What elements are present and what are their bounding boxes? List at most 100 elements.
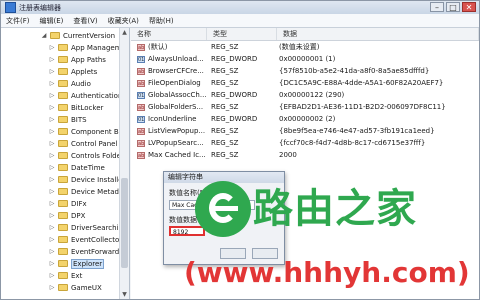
binary-value-icon: 01 <box>137 116 145 123</box>
expand-icon[interactable]: ▷ <box>49 212 55 219</box>
tree-item[interactable]: ▷ Applets <box>49 66 98 77</box>
tree-item[interactable]: ▷ Control Panel <box>49 138 118 149</box>
expand-icon[interactable]: ▷ <box>49 116 55 123</box>
expand-icon[interactable]: ▷ <box>49 260 55 267</box>
expand-icon[interactable]: ▷ <box>49 44 55 51</box>
binary-value-icon: 01 <box>137 56 145 63</box>
menu-help[interactable]: 帮助(H) <box>144 16 179 26</box>
expand-icon[interactable]: ▷ <box>49 68 55 75</box>
expand-icon[interactable]: ▷ <box>49 80 55 87</box>
string-value-icon: ab <box>137 128 145 135</box>
folder-icon <box>58 116 68 123</box>
folder-icon <box>58 236 68 243</box>
value-row[interactable]: ab FileOpenDialog REG_SZ {DC1C5A9C-E88A-4dd… <box>131 78 479 89</box>
value-row[interactable]: ab LVPopupSearc... REG_SZ {fccf70c8-f4d7-4d… <box>131 138 479 149</box>
folder-icon <box>58 152 68 159</box>
tree-item-currentversion[interactable]: ◢ CurrentVersion <box>41 30 115 41</box>
folder-icon <box>58 92 68 99</box>
folder-icon <box>58 224 68 231</box>
value-row[interactable]: 01 IconUnderline REG_DWORD 0x00000002 (2) <box>131 114 479 125</box>
scrollbar-thumb[interactable] <box>121 178 128 268</box>
registry-tree: ◢ CurrentVersion ▷ App Manageme ▷ App Paths… <box>1 28 130 299</box>
expand-icon[interactable]: ▷ <box>49 140 55 147</box>
folder-icon <box>58 272 68 279</box>
column-header-data[interactable]: 数据 <box>277 28 479 40</box>
list-header: 名称 类型 数据 <box>131 28 479 41</box>
tree-item[interactable]: ▷ Controls Folder <box>49 150 124 161</box>
expand-icon[interactable]: ▷ <box>49 284 55 291</box>
tree-item[interactable]: ▷ App Manageme <box>49 42 126 53</box>
tree-item[interactable]: ▷ DateTime <box>49 162 105 173</box>
string-value-icon: ab <box>137 140 145 147</box>
expand-icon[interactable]: ▷ <box>49 164 55 171</box>
expand-icon[interactable]: ▷ <box>49 128 55 135</box>
folder-icon <box>58 68 68 75</box>
expand-icon[interactable]: ▷ <box>49 176 55 183</box>
column-header-name[interactable]: 名称 <box>131 28 207 40</box>
tree-item[interactable]: ▷ Authentication <box>49 90 123 101</box>
watermark-logo <box>195 181 251 237</box>
value-row[interactable]: 01 GlobalAssocCh... REG_DWORD 0x00000122 (2… <box>131 90 479 101</box>
menu-favorites[interactable]: 收藏夹(A) <box>103 16 144 26</box>
watermark-brand: 路由之家 <box>253 186 417 232</box>
folder-icon <box>58 248 68 255</box>
maximize-button[interactable]: □ <box>446 2 460 12</box>
tree-item[interactable]: ▷ EventCollector <box>49 234 123 245</box>
watermark-url: (www.hhhyh.com) <box>184 256 470 289</box>
expand-icon[interactable]: ▷ <box>49 224 55 231</box>
expand-icon[interactable]: ▷ <box>49 152 55 159</box>
tree-item[interactable]: ▷ EventForwarding <box>49 246 129 257</box>
value-row[interactable]: ab GlobalFolderS... REG_SZ {EFBAD2D1-AE36-1… <box>131 102 479 113</box>
column-header-type[interactable]: 类型 <box>207 28 277 40</box>
expand-icon[interactable]: ▷ <box>49 92 55 99</box>
value-data-field[interactable]: 8192 <box>169 226 205 236</box>
tree-item[interactable]: ▷ Device Installer <box>49 174 126 185</box>
close-button[interactable]: ✕ <box>462 2 476 12</box>
value-row[interactable]: ab BrowserCFCre... REG_SZ {57f8510b-a5e2-41… <box>131 66 479 77</box>
tree-item[interactable]: ▷ Component Bas <box>49 126 127 137</box>
tree-item[interactable]: ▷ BitLocker <box>49 102 104 113</box>
expand-icon[interactable]: ▷ <box>49 188 55 195</box>
folder-icon <box>58 80 68 87</box>
menu-view[interactable]: 查看(V) <box>68 16 102 26</box>
value-row[interactable]: ab ListViewPopup... REG_SZ {8be9f5ea-e746-4… <box>131 126 479 137</box>
expand-icon[interactable]: ▷ <box>49 272 55 279</box>
folder-icon <box>58 176 68 183</box>
string-value-icon: ab <box>137 68 145 75</box>
tree-item[interactable]: ▷ Device Metadat <box>49 186 126 197</box>
folder-icon <box>58 128 68 135</box>
menu-edit[interactable]: 编辑(E) <box>35 16 69 26</box>
regedit-app-icon <box>5 2 16 13</box>
folder-icon <box>58 188 68 195</box>
tree-item[interactable]: ▷ App Paths <box>49 54 106 65</box>
tree-item[interactable]: ▷ GameUX <box>49 282 102 293</box>
tree-item[interactable]: ▷ DPX <box>49 210 86 221</box>
binary-value-icon: 01 <box>137 92 145 99</box>
expand-icon[interactable]: ▷ <box>49 248 55 255</box>
tree-item-explorer[interactable]: ▷ Explorer <box>49 258 105 269</box>
expand-icon[interactable]: ▷ <box>49 56 55 63</box>
folder-icon <box>58 56 68 63</box>
expand-icon[interactable]: ▷ <box>49 200 55 207</box>
menu-file[interactable]: 文件(F) <box>1 16 35 26</box>
tree-item[interactable]: ▷ BITS <box>49 114 87 125</box>
tree-item[interactable]: ▷ Ext <box>49 270 83 281</box>
tree-item[interactable]: ▷ DriverSearching <box>49 222 128 233</box>
tree-item[interactable]: ▷ Audio <box>49 78 91 89</box>
folder-icon <box>58 200 68 207</box>
window-controls: – □ ✕ <box>430 2 476 12</box>
collapse-icon[interactable]: ◢ <box>41 32 47 39</box>
scroll-down-icon[interactable]: ▼ <box>120 290 129 299</box>
scroll-up-icon[interactable]: ▲ <box>120 28 129 37</box>
tree-scrollbar[interactable]: ▲ ▼ <box>119 28 129 299</box>
minimize-button[interactable]: – <box>430 2 444 12</box>
string-value-icon: ab <box>137 44 145 51</box>
string-value-icon: ab <box>137 104 145 111</box>
expand-icon[interactable]: ▷ <box>49 236 55 243</box>
title-bar: 注册表编辑器 – □ ✕ <box>1 1 479 14</box>
expand-icon[interactable]: ▷ <box>49 104 55 111</box>
tree-item[interactable]: ▷ DIFx <box>49 198 87 209</box>
value-row[interactable]: ab (默认) REG_SZ (数值未设置) <box>131 42 479 53</box>
value-row[interactable]: 01 AlwaysUnload... REG_DWORD 0x00000001 (1) <box>131 54 479 65</box>
value-row[interactable]: ab Max Cached Ic... REG_SZ 2000 <box>131 150 479 161</box>
